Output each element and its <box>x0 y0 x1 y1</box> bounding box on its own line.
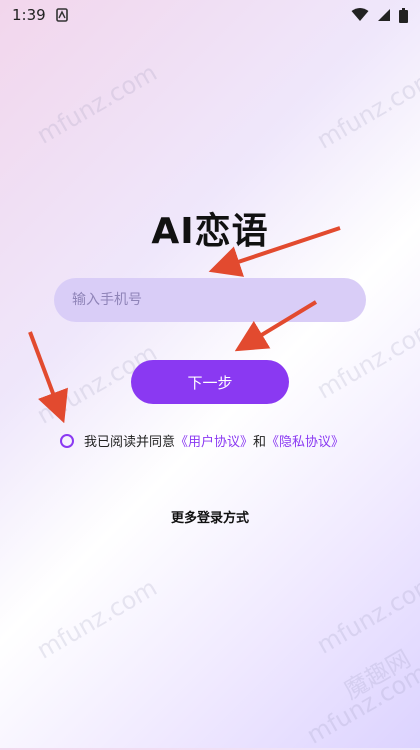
arrow-icon <box>28 331 68 424</box>
user-agreement-link[interactable]: 《用户协议》 <box>175 435 253 450</box>
watermark: mfunz.com <box>31 573 162 665</box>
agreement-row: 我已阅读并同意《用户协议》和《隐私协议》 <box>60 431 344 450</box>
next-button[interactable]: 下一步 <box>131 360 289 404</box>
watermark: 魔趣网 <box>339 644 416 705</box>
app-title: AI恋语 <box>151 211 269 252</box>
battery-icon <box>399 7 408 23</box>
agreement-conjunction: 和 <box>253 435 267 450</box>
status-time: 1:39 <box>12 6 46 24</box>
notification-icon <box>55 8 68 22</box>
status-bar: 1:39 <box>0 0 420 30</box>
signal-icon <box>378 9 390 21</box>
watermark: mfunz.com <box>311 568 420 660</box>
agree-radio[interactable] <box>60 433 74 448</box>
wifi-icon <box>351 8 369 21</box>
phone-input[interactable] <box>54 278 366 322</box>
more-login-link[interactable]: 更多登录方式 <box>0 507 420 526</box>
watermark: mfunz.com <box>301 658 420 750</box>
watermark: mfunz.com <box>311 313 420 405</box>
privacy-agreement-link[interactable]: 《隐私协议》 <box>266 435 344 450</box>
watermark: mfunz.com <box>31 58 162 150</box>
agreement-text: 我已阅读并同意 <box>84 435 176 450</box>
watermark: mfunz.com <box>311 63 420 155</box>
